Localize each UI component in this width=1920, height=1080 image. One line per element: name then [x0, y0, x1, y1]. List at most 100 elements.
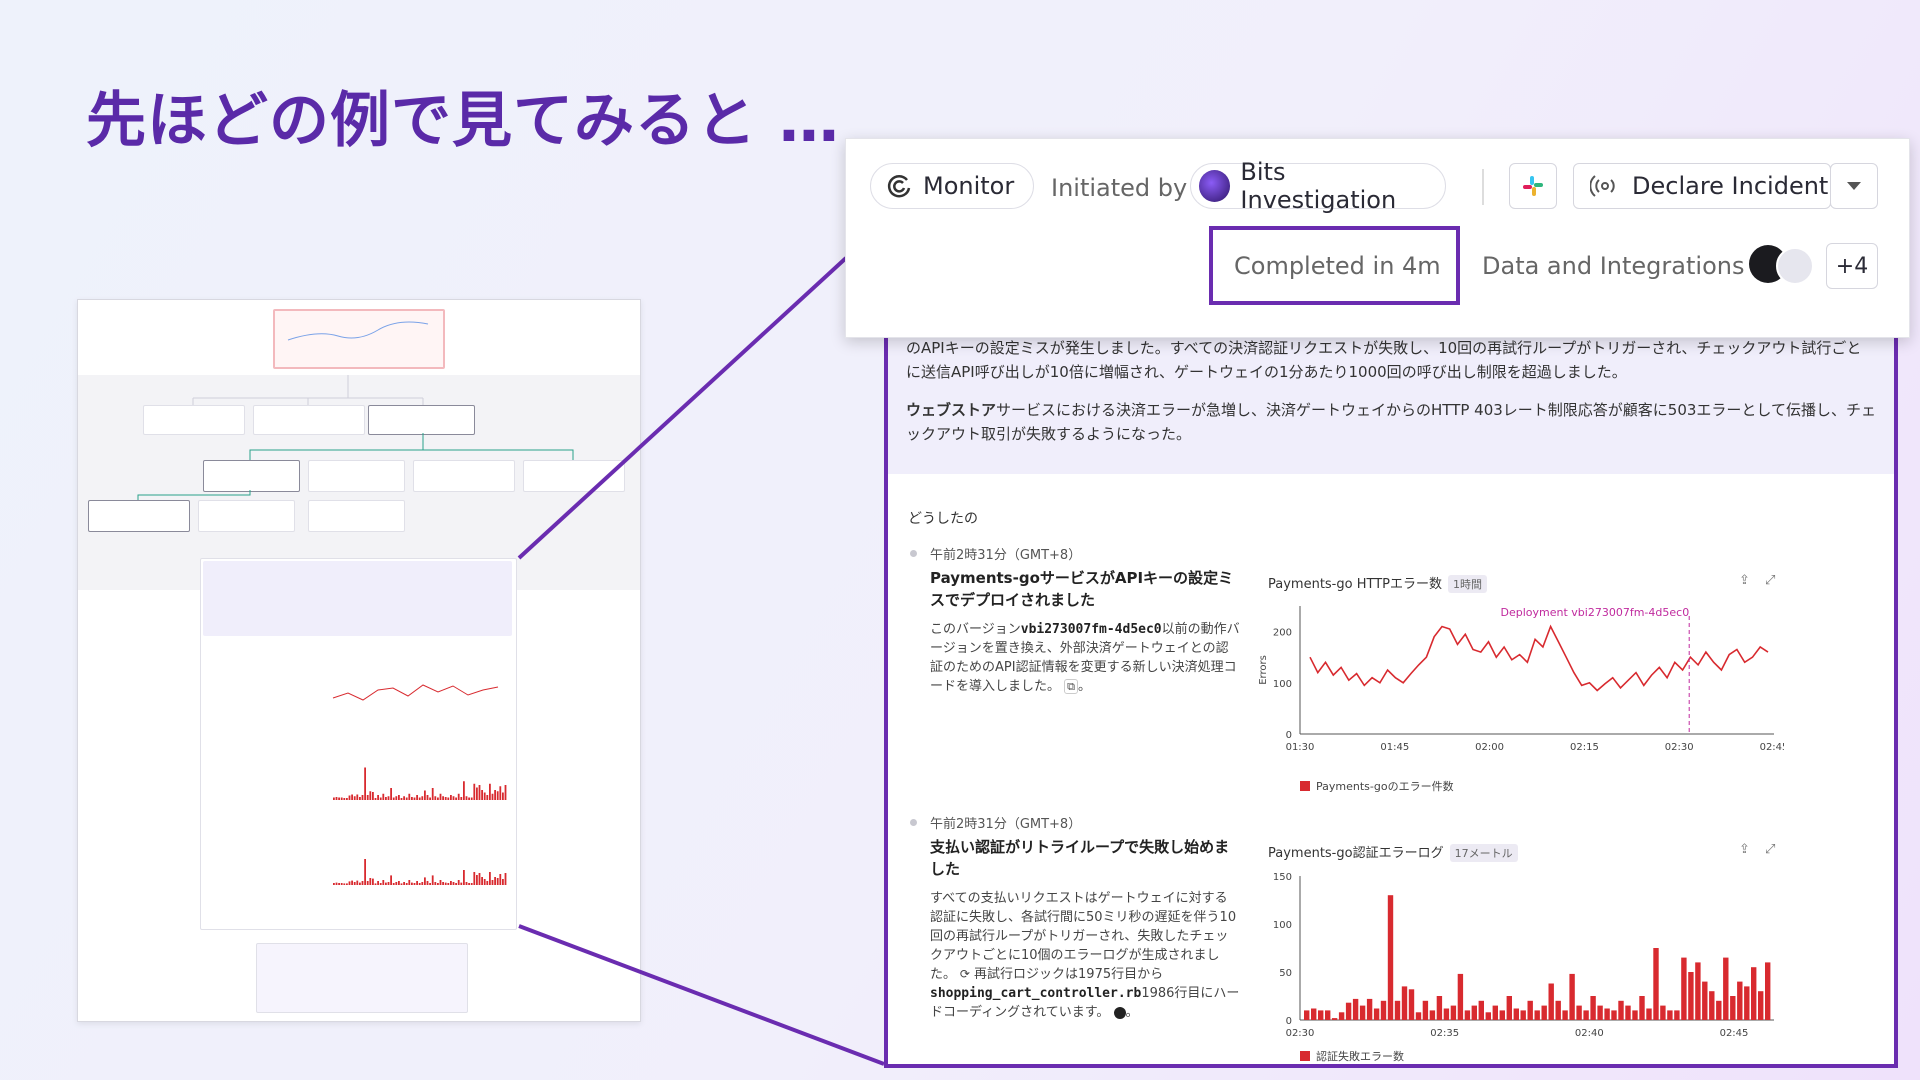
- version-code: vbi273007fm-4d5ec0: [1020, 622, 1162, 637]
- legend-label: Payments-goのエラー件数: [1316, 780, 1454, 793]
- bar: [1401, 986, 1408, 1020]
- y-tick-label: 200: [1273, 628, 1292, 639]
- slack-icon: [1523, 176, 1543, 196]
- bar: [1352, 998, 1359, 1020]
- monitor-icon: [887, 175, 911, 198]
- event-time: 午前2時31分（GMT+8）: [930, 817, 1082, 832]
- event-body-end: 。: [1078, 679, 1092, 694]
- bar: [1758, 991, 1764, 1020]
- bar: [1562, 1010, 1568, 1020]
- bar: [1318, 1010, 1324, 1020]
- y-axis-label: Errors: [1258, 655, 1269, 685]
- declare-incident-label: Declare Incident: [1632, 172, 1829, 200]
- bar: [1387, 895, 1394, 1020]
- completed-status: Completed in 4m: [1234, 252, 1441, 280]
- timeline-dot: [910, 819, 917, 826]
- investigator-name: Bits Investigation: [1240, 158, 1397, 214]
- bar: [1604, 1008, 1610, 1020]
- investigation-header: Monitor Initiated by Bits Investigation …: [845, 138, 1910, 338]
- more-integrations-badge[interactable]: +4: [1826, 243, 1878, 289]
- bar: [1541, 1005, 1547, 1020]
- bar: [1667, 1010, 1673, 1020]
- bar: [1429, 1010, 1436, 1020]
- bar: [1611, 1010, 1617, 1020]
- divider: [1482, 169, 1484, 205]
- bar: [1338, 1012, 1345, 1020]
- summary-line-2: ウェブストアサービスにおける決済エラーが急増し、決済ゲートウェイからのHTTP …: [906, 398, 1876, 446]
- bar: [1485, 1012, 1491, 1020]
- summary-bold-service: ウェブストア: [906, 401, 997, 419]
- declare-incident-button[interactable]: Declare Incident: [1573, 163, 1831, 209]
- bar: [1478, 1000, 1484, 1020]
- bar: [1653, 948, 1659, 1020]
- bar: [1702, 981, 1708, 1020]
- summary-line-1: のAPIキーの設定ミスが発生しました。すべての決済認証リクエストが失敗し、10回…: [906, 339, 1862, 381]
- summary-section: のAPIキーの設定ミスが発生しました。すべての決済認証リクエストが失敗し、10回…: [888, 324, 1894, 474]
- expand-icon[interactable]: ⤢: [1765, 573, 1775, 588]
- share-icon[interactable]: ⇪: [1739, 842, 1750, 857]
- x-tick-label: 02:30: [1665, 742, 1694, 753]
- chart-title: Payments-go HTTPエラー数 1時間: [1268, 573, 1487, 593]
- bar: [1527, 1000, 1533, 1020]
- chart-title-text: Payments-go認証エラーログ: [1268, 846, 1444, 861]
- retry-icon: ⟳: [956, 967, 970, 981]
- bar: [1464, 1010, 1471, 1020]
- bar: [1380, 1000, 1387, 1020]
- x-tick-label: 02:45: [1720, 1028, 1749, 1039]
- bar: [1765, 962, 1771, 1020]
- event-body: このバージョンvbi273007fm-4d5ec0以前の動作バージョンを置き換え…: [930, 620, 1240, 696]
- bits-avatar: [1199, 170, 1231, 202]
- bar: [1325, 1010, 1331, 1020]
- bar: [1597, 1005, 1603, 1020]
- bar: [1660, 1005, 1666, 1020]
- chevron-down-icon: [1847, 182, 1861, 190]
- bar: [1520, 1010, 1526, 1020]
- bar: [1681, 957, 1687, 1020]
- link-icon[interactable]: ⧉: [1064, 679, 1079, 694]
- incident-dropdown-button[interactable]: [1830, 163, 1878, 209]
- event-body-end: 。: [1125, 1005, 1139, 1020]
- section-title: どうしたの: [908, 511, 978, 527]
- bar: [1730, 996, 1736, 1020]
- bar: [1583, 1010, 1589, 1020]
- y-tick-label: 0: [1286, 1016, 1292, 1027]
- bar: [1513, 1008, 1519, 1020]
- event-title: 支払い認証がリトライループで失敗し始めました: [930, 838, 1230, 878]
- chart-legend: 認証失敗エラー数: [1300, 1048, 1404, 1064]
- monitor-pill[interactable]: Monitor: [870, 163, 1034, 209]
- legend-swatch: [1300, 1051, 1310, 1061]
- summary-line-2-rest: サービスにおける決済エラーが急増し、決済ゲートウェイからのHTTP 403レート…: [906, 401, 1876, 443]
- bar: [1457, 973, 1464, 1020]
- event-body-text: 再試行ロジックは1975行目から: [969, 967, 1164, 982]
- legend-label: 認証失敗エラー数: [1316, 1050, 1404, 1063]
- monitor-label: Monitor: [923, 172, 1015, 200]
- y-tick-label: 0: [1286, 730, 1292, 741]
- bar: [1345, 1002, 1352, 1020]
- y-tick-label: 100: [1273, 920, 1292, 931]
- bar: [1709, 991, 1715, 1020]
- expand-icon[interactable]: ⤢: [1765, 842, 1775, 857]
- slack-button[interactable]: [1509, 163, 1557, 209]
- share-icon[interactable]: ⇪: [1739, 573, 1750, 588]
- bar: [1506, 996, 1512, 1020]
- x-tick-label: 02:40: [1575, 1028, 1604, 1039]
- bar: [1695, 962, 1701, 1020]
- series-line: [1309, 624, 1769, 692]
- timeline-dot: [910, 550, 917, 557]
- bar: [1331, 1018, 1338, 1020]
- file-code: shopping_cart_controller.rb: [930, 986, 1142, 1001]
- auth-errors-chart: 0 50 100 150 02:30 02:35 02:40 02:45: [1273, 872, 1774, 1039]
- x-tick-label: 01:30: [1286, 742, 1315, 753]
- bar: [1674, 1010, 1680, 1020]
- chart-title-text: Payments-go HTTPエラー数: [1268, 577, 1442, 592]
- bar: [1499, 1010, 1505, 1020]
- chart-title: Payments-go認証エラーログ 17メートル: [1268, 842, 1518, 862]
- data-integrations-label[interactable]: Data and Integrations: [1482, 252, 1744, 280]
- bar: [1576, 1005, 1582, 1020]
- bar: [1492, 1005, 1498, 1020]
- bits-investigation-pill[interactable]: Bits Investigation: [1190, 158, 1446, 214]
- bar: [1304, 1010, 1310, 1020]
- github-icon[interactable]: [1113, 1006, 1126, 1019]
- x-tick-label: 02:00: [1475, 742, 1504, 753]
- bar: [1548, 983, 1554, 1020]
